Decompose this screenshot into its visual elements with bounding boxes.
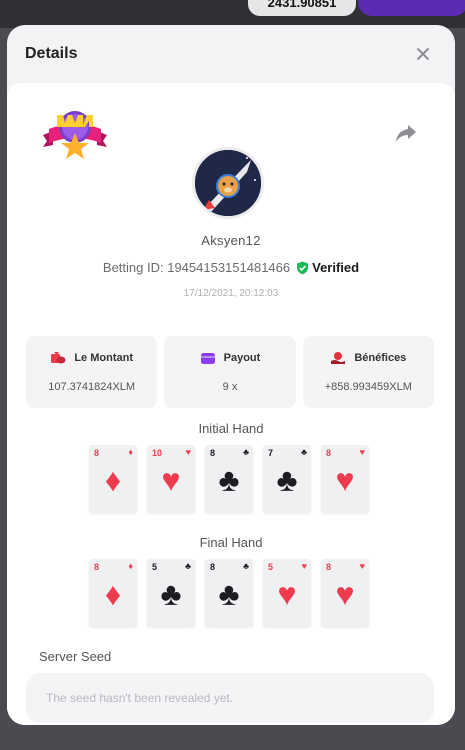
bet-date: 17/12/2021, 20:12:03	[183, 288, 279, 299]
stat-payout-label: Payout	[223, 352, 261, 364]
playing-card: 8 ♦ ♦	[89, 559, 137, 627]
card-suit-icon: ♦	[104, 576, 122, 612]
share-icon[interactable]	[395, 123, 417, 143]
shield-check-icon	[297, 261, 309, 274]
win-badge-icon	[43, 111, 107, 159]
card-suit-small-icon: ♥	[301, 561, 307, 571]
final-hand-title: Final Hand	[199, 535, 263, 550]
card-suit-small-icon: ♥	[359, 447, 365, 457]
card-suit-icon: ♣	[160, 576, 182, 612]
card-suit-small-icon: ♦	[128, 561, 133, 571]
details-modal: Details Aksyen12 Betting ID: 19454153151…	[7, 25, 455, 725]
verified-label: Verified	[312, 260, 360, 275]
initial-hand: 8 ♦ ♦ 10 ♥ ♥ 8 ♣ ♣ 7 ♣ ♣ 8 ♥ ♥	[89, 445, 373, 513]
stat-payout: Payout 9 x	[164, 336, 296, 408]
username: Aksyen12	[201, 233, 261, 248]
final-hand: 8 ♦ ♦ 5 ♣ ♣ 8 ♣ ♣ 5 ♥ ♥ 8 ♥ ♥	[89, 559, 373, 627]
card-rank: 8	[94, 562, 100, 572]
card-suit-small-icon: ♦	[128, 447, 133, 457]
card-suit-icon: ♣	[276, 462, 298, 498]
playing-card: 8 ♥ ♥	[321, 445, 369, 513]
card-suit-small-icon: ♥	[185, 447, 191, 457]
card-rank: 7	[268, 448, 274, 458]
modal-body: Aksyen12 Betting ID: 19454153151481466 V…	[7, 83, 455, 725]
card-rank: 5	[268, 562, 274, 572]
verified-badge: Verified	[296, 260, 359, 275]
card-rank: 5	[152, 562, 158, 572]
card-rank: 8	[210, 562, 216, 572]
card-suit-small-icon: ♣	[185, 561, 191, 571]
card-suit-icon: ♥	[335, 462, 355, 498]
card-suit-icon: ♦	[104, 462, 122, 498]
stat-profit: Bénéfices +858.993459XLM	[302, 336, 434, 408]
card-suit-icon: ♣	[218, 576, 240, 612]
stat-profit-label: Bénéfices	[354, 352, 407, 364]
playing-card: 5 ♥ ♥	[263, 559, 311, 627]
card-suit-small-icon: ♣	[243, 447, 249, 457]
card-suit-small-icon: ♣	[301, 447, 307, 457]
money-hand-icon	[331, 352, 346, 364]
playing-card: 7 ♣ ♣	[263, 445, 311, 513]
doge-rocket-avatar-icon	[195, 150, 261, 216]
stat-amount-label: Le Montant	[74, 352, 133, 364]
card-rank: 8	[326, 562, 332, 572]
card-rank: 8	[210, 448, 216, 458]
card-rank: 8	[94, 448, 100, 458]
avatar	[192, 147, 264, 219]
initial-hand-title: Initial Hand	[198, 421, 264, 436]
card-rank: 8	[326, 448, 332, 458]
stat-payout-value: 9 x	[222, 381, 238, 393]
stats-row: Le Montant 107.3741824XLM Payout 9 x Bén…	[26, 336, 434, 408]
close-button[interactable]	[411, 42, 435, 66]
stat-amount: Le Montant 107.3741824XLM	[26, 336, 158, 408]
coins-icon	[51, 352, 66, 364]
balance-display: 2431.90851	[248, 0, 356, 16]
server-seed-label: Server Seed	[39, 649, 112, 664]
stat-amount-value: 107.3741824XLM	[48, 381, 136, 393]
playing-card: 8 ♥ ♥	[321, 559, 369, 627]
playing-card: 10 ♥ ♥	[147, 445, 195, 513]
card-suit-icon: ♥	[161, 462, 181, 498]
card-suit-icon: ♣	[218, 462, 240, 498]
betting-id: Betting ID: 19454153151481466	[102, 260, 291, 275]
modal-title: Details	[25, 45, 78, 62]
playing-card: 5 ♣ ♣	[147, 559, 195, 627]
betting-id-row: Betting ID: 19454153151481466 Verified	[7, 260, 455, 275]
playing-card: 8 ♣ ♣	[205, 445, 253, 513]
background-action-button[interactable]	[358, 0, 465, 16]
server-seed-placeholder: The seed hasn't been revealed yet.	[46, 691, 234, 705]
playing-card: 8 ♣ ♣	[205, 559, 253, 627]
card-suit-icon: ♥	[277, 576, 297, 612]
card-rank: 10	[152, 448, 163, 458]
card-suit-icon: ♥	[335, 576, 355, 612]
server-seed-field[interactable]: The seed hasn't been revealed yet.	[26, 673, 434, 723]
playing-card: 8 ♦ ♦	[89, 445, 137, 513]
wallet-icon	[200, 353, 215, 364]
card-suit-small-icon: ♣	[243, 561, 249, 571]
card-suit-small-icon: ♥	[359, 561, 365, 571]
modal-header: Details	[7, 25, 455, 83]
stat-profit-value: +858.993459XLM	[324, 381, 412, 393]
